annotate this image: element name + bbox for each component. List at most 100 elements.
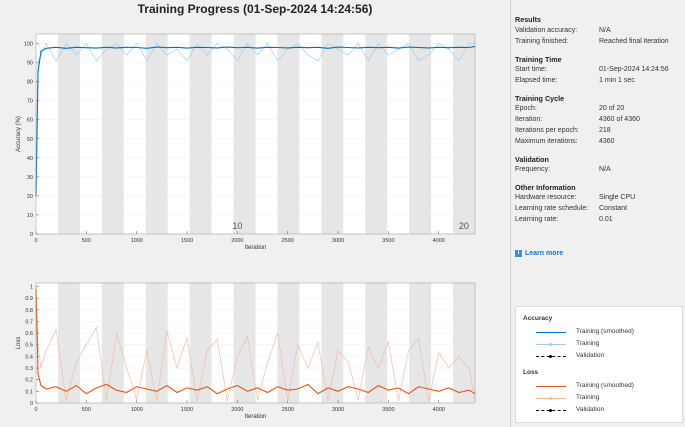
data-point <box>448 47 450 49</box>
y-tick-label: 50 <box>27 137 33 143</box>
data-point <box>75 54 77 56</box>
data-point <box>357 399 359 400</box>
data-point <box>55 46 57 48</box>
x-tick-label: 4000 <box>433 407 445 413</box>
data-point <box>347 47 349 48</box>
data-point <box>166 385 168 386</box>
x-tick-label: 500 <box>82 407 91 413</box>
y-tick-label: 0.2 <box>25 378 33 384</box>
data-point <box>196 43 198 44</box>
y-axis-label: Accuracy (%) <box>16 116 22 152</box>
info-label: Iterations per epoch: <box>515 127 579 134</box>
data-point <box>337 390 339 392</box>
y-tick-label: 70 <box>27 99 33 105</box>
data-point <box>408 393 409 395</box>
data-point <box>327 47 329 49</box>
data-point <box>307 367 309 369</box>
data-point <box>317 60 319 62</box>
data-point <box>176 367 178 369</box>
data-point <box>357 47 359 49</box>
data-point <box>277 60 279 62</box>
info-value: 01-Sep-2024 14:24:56 <box>599 66 669 73</box>
legend-item: Training <box>576 394 600 401</box>
x-tick-label: 1000 <box>131 238 143 244</box>
data-point <box>55 329 57 331</box>
section-heading: Validation <box>515 155 549 164</box>
data-point <box>126 392 128 393</box>
data-point <box>45 388 47 390</box>
y-tick-label: 0.8 <box>25 308 33 314</box>
info-value: Constant <box>599 205 628 212</box>
data-point <box>166 330 168 332</box>
data-point <box>257 54 258 56</box>
data-point <box>196 400 198 402</box>
legend-item: Validation <box>576 406 605 413</box>
x-axis-label: Iteration <box>245 414 267 420</box>
epoch-shading <box>277 283 300 403</box>
legend-line <box>536 332 566 333</box>
legend: Accuracy Training (smoothed) Training Valid… <box>515 306 683 423</box>
data-point <box>106 383 107 385</box>
data-point <box>206 47 208 48</box>
data-point <box>196 389 198 391</box>
data-point <box>388 342 389 343</box>
data-point <box>408 43 409 44</box>
legend-marker <box>549 342 552 346</box>
y-tick-label: 30 <box>27 175 33 181</box>
data-point <box>438 43 440 44</box>
data-point <box>458 355 460 357</box>
learn-more-link[interactable]: i Learn more <box>515 250 563 257</box>
data-point <box>267 46 268 48</box>
legend-item: Training (smoothed) <box>576 328 634 335</box>
data-point <box>236 355 238 357</box>
data-point <box>106 400 107 402</box>
data-point <box>166 47 168 49</box>
legend-item: Training (smoothed) <box>576 382 634 389</box>
data-point <box>287 48 289 50</box>
info-label: Hardware resource: <box>515 194 577 201</box>
data-point <box>398 400 399 402</box>
y-tick-label: 80 <box>27 80 33 86</box>
data-point <box>307 47 309 49</box>
section-heading: Training Time <box>515 55 562 64</box>
learn-more-label: Learn more <box>525 250 564 257</box>
data-point <box>146 47 148 49</box>
data-point <box>297 388 299 390</box>
data-point <box>176 46 178 48</box>
data-point <box>85 344 87 346</box>
data-point <box>388 389 389 391</box>
data-point <box>65 400 67 402</box>
data-point <box>418 386 420 388</box>
data-point <box>85 47 87 49</box>
data-point <box>468 367 470 369</box>
x-tick-label: 3000 <box>332 407 344 413</box>
data-point <box>428 400 430 402</box>
data-point <box>146 60 148 62</box>
x-tick-label: 0 <box>34 238 37 244</box>
epoch-shading <box>145 34 168 234</box>
data-point <box>136 47 138 48</box>
epoch-shading <box>57 283 80 403</box>
data-point <box>65 390 67 392</box>
data-point <box>317 393 319 395</box>
data-point <box>438 390 440 392</box>
epoch-label: 10 <box>232 221 242 231</box>
data-point <box>40 50 42 52</box>
plots-area: 01020304050607080901000 500 1000 1500 2000 25… <box>16 33 476 420</box>
data-point <box>176 392 178 393</box>
x-tick-label: 2500 <box>282 238 294 244</box>
data-point <box>317 342 319 343</box>
data-point <box>277 332 279 334</box>
data-point <box>126 367 128 369</box>
info-value: N/A <box>599 27 611 34</box>
legend-marker <box>549 408 552 412</box>
data-point <box>75 361 77 363</box>
data-point <box>277 47 279 48</box>
legend-line <box>536 386 566 387</box>
info-icon: i <box>515 250 522 257</box>
info-label: Validation accuracy: <box>515 27 578 34</box>
epoch-shading <box>145 283 168 403</box>
y-tick-label: 0.3 <box>25 366 33 372</box>
data-point <box>45 350 47 351</box>
data-point <box>398 47 399 49</box>
